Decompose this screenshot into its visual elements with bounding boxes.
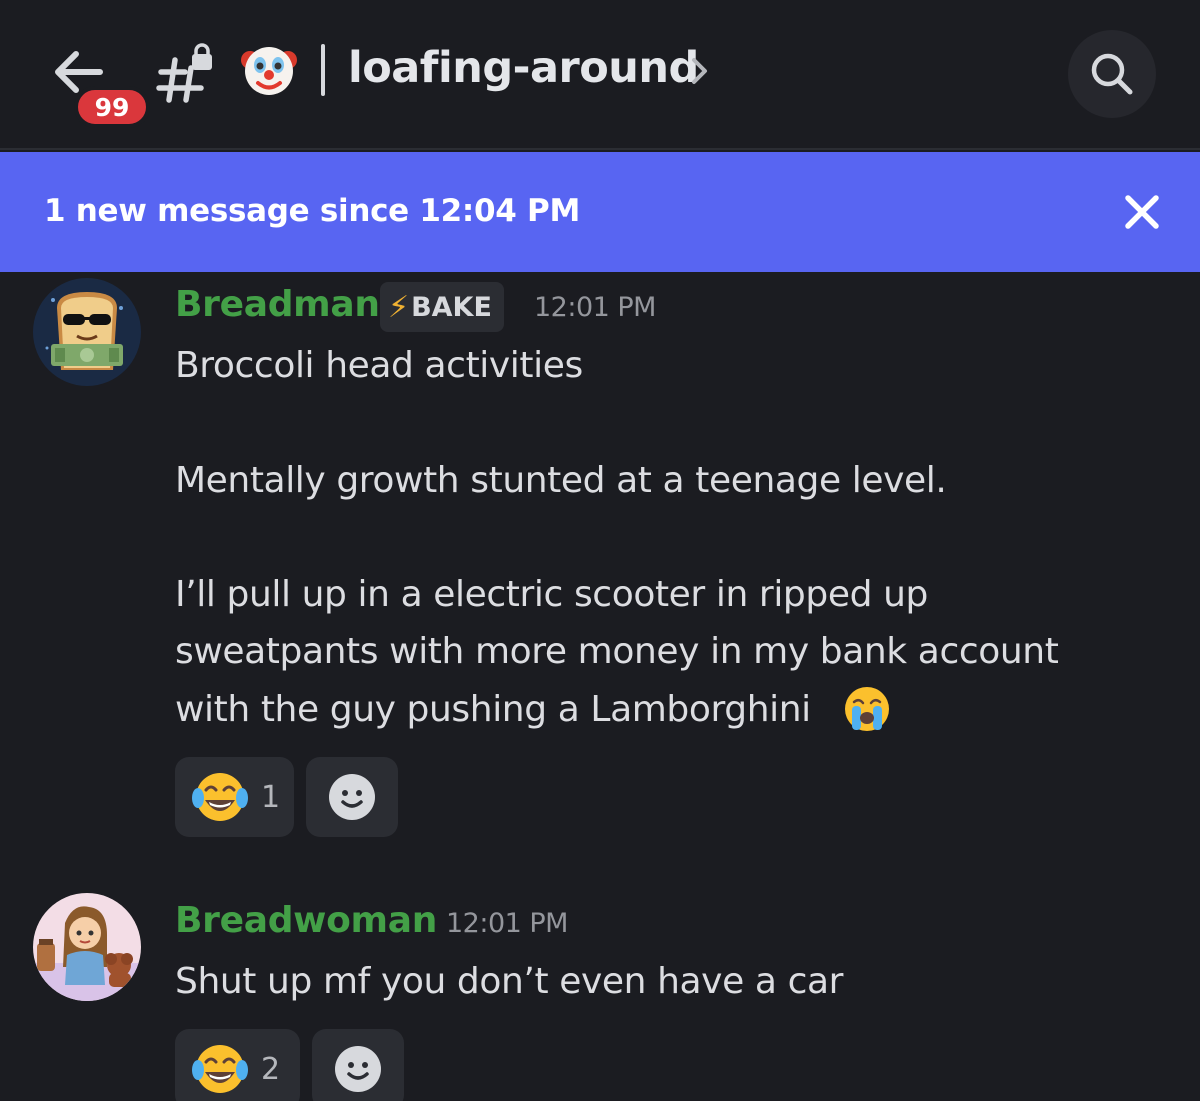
message-line: Mentally growth stunted at a teenage lev…: [175, 460, 947, 501]
add-reaction-icon: [329, 774, 375, 820]
locked-hash-icon: [155, 42, 219, 104]
reaction-tears-of-joy[interactable]: 1: [175, 757, 294, 837]
message-timestamp: 12:01 PM: [534, 292, 656, 323]
header-separator: [321, 44, 325, 96]
unread-count-badge: 99: [74, 86, 150, 128]
channel-header: 99 loafing-around: [0, 0, 1200, 150]
close-icon: [1125, 195, 1159, 229]
chevron-right-icon[interactable]: [686, 54, 712, 88]
add-reaction-button[interactable]: [312, 1029, 404, 1101]
reaction-count: 2: [261, 1051, 281, 1087]
avatar[interactable]: [33, 893, 141, 1001]
tears-of-joy-emoji: [192, 773, 248, 821]
message-timestamp: 12:01 PM: [446, 908, 568, 939]
crying-emoji: [842, 684, 892, 734]
avatar[interactable]: [33, 278, 141, 386]
message-line: Broccoli head activities: [175, 345, 583, 386]
add-reaction-icon: [335, 1046, 381, 1092]
reaction-tears-of-joy[interactable]: 2: [175, 1029, 300, 1101]
message-line: with the guy pushing a Lamborghini: [175, 689, 811, 730]
message-line: sweatpants with more money in my bank ac…: [175, 631, 1059, 672]
close-new-messages-button[interactable]: [1118, 188, 1166, 236]
message-line: I’ll pull up in a electric scooter in ri…: [175, 574, 928, 615]
message-username[interactable]: Breadman: [175, 284, 380, 325]
clown-emoji: [240, 40, 298, 98]
reaction-count: 1: [261, 779, 281, 815]
tears-of-joy-emoji: [192, 1045, 248, 1093]
search-button[interactable]: [1068, 30, 1156, 118]
lightning-icon: ⚡: [388, 289, 410, 325]
add-reaction-button[interactable]: [306, 757, 398, 837]
new-messages-text: 1 new message since 12:04 PM: [44, 193, 581, 229]
server-tag[interactable]: ⚡ BAKE: [380, 282, 504, 332]
server-tag-label: BAKE: [411, 291, 492, 323]
message-username[interactable]: Breadwoman: [175, 900, 437, 941]
search-icon: [1091, 53, 1133, 95]
new-messages-bar[interactable]: 1 new message since 12:04 PM: [0, 152, 1200, 272]
channel-name[interactable]: loafing-around: [348, 38, 699, 98]
message-line: Shut up mf you don’t even have a car: [175, 961, 844, 1002]
